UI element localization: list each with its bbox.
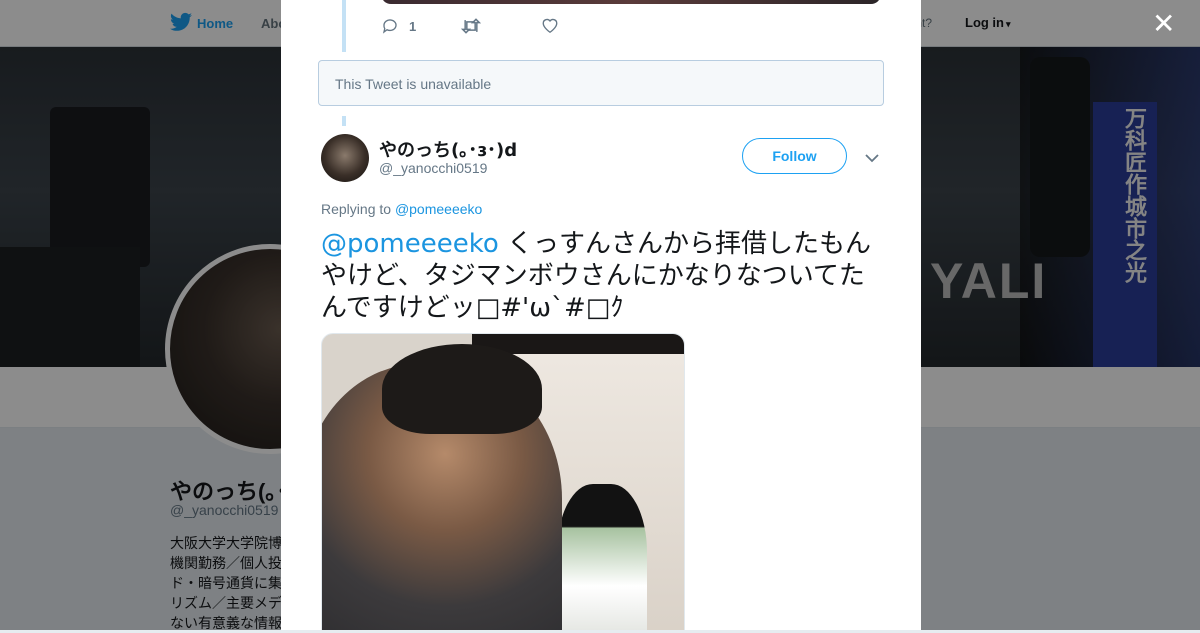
thread-connector [342,116,346,126]
tweet-unavailable-notice: This Tweet is unavailable [318,60,884,106]
tweet-photo[interactable] [321,333,685,630]
author-handle[interactable]: @_yanocchi0519 [379,160,487,176]
tweet-modal: 1 This Tweet is unavailable やのっち(｡･ɜ･)d … [281,0,921,630]
photo-shape [557,484,647,630]
retweet-button[interactable] [461,17,481,35]
replying-to: Replying to @pomeeeeko [321,201,482,217]
mention-link[interactable]: @pomeeeeko [321,229,499,259]
close-icon[interactable]: ✕ [1152,10,1175,38]
like-button[interactable] [541,17,559,34]
follow-button[interactable]: Follow [742,138,847,174]
photo-shape [382,344,542,434]
reply-icon [381,17,399,35]
previous-tweet-media[interactable] [381,0,881,4]
author-avatar[interactable] [321,134,369,182]
thread-connector [342,0,346,52]
tweet-text: @pomeeeeko くっすんさんから拝借したもんやけど、タジマンボウさんにかな… [321,228,881,324]
retweet-icon [461,17,481,35]
replying-to-link[interactable]: @pomeeeeko [395,201,482,217]
replying-prefix: Replying to [321,201,392,217]
chevron-down-icon[interactable] [865,150,879,168]
heart-icon [541,17,559,34]
reply-button[interactable]: 1 [381,17,416,35]
reply-count: 1 [409,18,417,34]
author-name[interactable]: やのっち(｡･ɜ･)d [379,136,517,162]
